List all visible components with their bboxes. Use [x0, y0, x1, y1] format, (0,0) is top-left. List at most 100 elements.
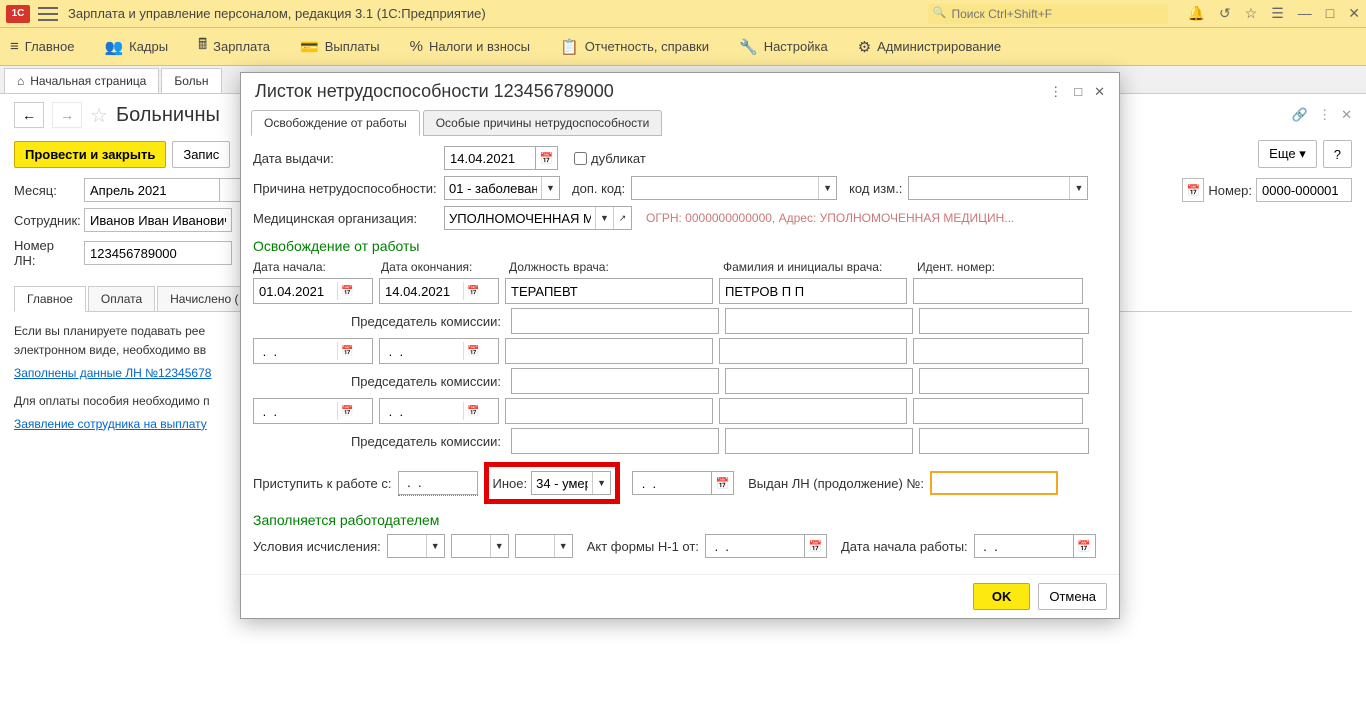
calc-select-3[interactable]: [516, 535, 554, 557]
month-prev-icon[interactable]: [220, 178, 242, 202]
cancel-button[interactable]: Отмена: [1038, 583, 1107, 610]
cont-number-input[interactable]: [930, 471, 1058, 495]
menu-salary[interactable]: 🖩Зарплата: [198, 34, 270, 59]
chevron-down-icon[interactable]: ▼: [554, 535, 572, 557]
calendar-icon[interactable]: 📅: [463, 402, 483, 420]
calendar-icon[interactable]: 📅: [337, 402, 357, 420]
calendar-icon[interactable]: 📅: [1074, 534, 1096, 558]
sectab-accrued[interactable]: Начислено (: [157, 286, 251, 311]
menu-main[interactable]: ≡Главное: [10, 38, 74, 55]
mtab-release[interactable]: Освобождение от работы: [251, 110, 420, 136]
close-icon[interactable]: ✕: [1348, 5, 1360, 22]
end-date-3[interactable]: [385, 402, 463, 420]
menu-reports[interactable]: 📋Отчетность, справки: [560, 38, 709, 56]
position-2[interactable]: [505, 338, 713, 364]
start-date-2[interactable]: [259, 342, 337, 360]
chevron-down-icon[interactable]: ▼: [1069, 177, 1087, 199]
sectab-main[interactable]: Главное: [14, 286, 86, 312]
ident-1[interactable]: [913, 278, 1083, 304]
start-date-1[interactable]: [259, 282, 337, 300]
menu-payments[interactable]: 💳Выплаты: [300, 38, 380, 56]
reason-select[interactable]: [445, 177, 541, 199]
end-date-2[interactable]: [385, 342, 463, 360]
ident-3[interactable]: [913, 398, 1083, 424]
end-date-1[interactable]: [385, 282, 463, 300]
ident-2[interactable]: [913, 338, 1083, 364]
submit-close-button[interactable]: Провести и закрыть: [14, 141, 166, 168]
main-menu-icon[interactable]: [38, 5, 58, 23]
calc-select-1[interactable]: [388, 535, 426, 557]
sectab-payment[interactable]: Оплата: [88, 286, 155, 311]
calendar-icon[interactable]: 📅: [337, 342, 357, 360]
chgcode-select[interactable]: [909, 177, 1069, 199]
calendar-icon[interactable]: 📅: [463, 282, 483, 300]
issue-date-input[interactable]: [444, 146, 536, 170]
chair-name-2[interactable]: [725, 368, 913, 394]
tab-sick-leave[interactable]: Больн: [161, 68, 221, 93]
dialog-close-icon[interactable]: ✕: [1094, 84, 1105, 100]
menu-taxes[interactable]: %Налоги и взносы: [410, 38, 530, 55]
minimize-icon[interactable]: —: [1298, 5, 1312, 22]
addcode-select[interactable]: [632, 177, 818, 199]
forward-button[interactable]: →: [52, 102, 82, 128]
chair-pos-2[interactable]: [511, 368, 719, 394]
chair-ident-1[interactable]: [919, 308, 1089, 334]
month-input[interactable]: [84, 178, 220, 202]
calendar-icon[interactable]: 📅: [805, 534, 827, 558]
more-button[interactable]: Еще ▾: [1258, 140, 1317, 168]
star-icon[interactable]: ☆: [1245, 5, 1258, 22]
bell-icon[interactable]: 🔔: [1188, 5, 1205, 22]
maximize-icon[interactable]: □: [1326, 5, 1334, 22]
help-button[interactable]: ?: [1323, 140, 1352, 168]
menu-admin[interactable]: ⚙Администрирование: [858, 38, 1001, 56]
filter-icon[interactable]: ☰: [1271, 5, 1284, 22]
duplicate-checkbox[interactable]: [574, 152, 587, 165]
doctor-2[interactable]: [719, 338, 907, 364]
mtab-reasons[interactable]: Особые причины нетрудоспособности: [423, 110, 663, 136]
doctor-3[interactable]: [719, 398, 907, 424]
other-select[interactable]: [532, 472, 592, 494]
back-button[interactable]: ←: [14, 102, 44, 128]
calendar-icon[interactable]: 📅: [337, 282, 357, 300]
dialog-more-icon[interactable]: ⋮: [1049, 84, 1062, 100]
more-icon[interactable]: ⋮: [1318, 107, 1331, 123]
chair-name-1[interactable]: [725, 308, 913, 334]
return-date-input[interactable]: [398, 471, 478, 495]
calendar-icon[interactable]: 📅: [536, 146, 558, 170]
chair-pos-1[interactable]: [511, 308, 719, 334]
ok-button[interactable]: OK: [973, 583, 1031, 610]
chair-name-3[interactable]: [725, 428, 913, 454]
chevron-down-icon[interactable]: ▼: [426, 535, 444, 557]
employee-input[interactable]: [84, 208, 232, 232]
medorg-select[interactable]: [445, 207, 595, 229]
tab-start-page[interactable]: ⌂Начальная страница: [4, 68, 159, 93]
workstart-date-input[interactable]: [974, 534, 1074, 558]
doctor-1[interactable]: [719, 278, 907, 304]
calendar-icon[interactable]: 📅: [712, 471, 734, 495]
menu-kadry[interactable]: 👥Кадры: [104, 38, 168, 56]
start-date-3[interactable]: [259, 402, 337, 420]
ln-input[interactable]: [84, 241, 232, 265]
open-icon[interactable]: ↗: [613, 207, 631, 229]
chevron-down-icon[interactable]: ▼: [592, 472, 610, 494]
position-1[interactable]: [505, 278, 713, 304]
calendar-icon[interactable]: 📅: [463, 342, 483, 360]
chevron-down-icon[interactable]: ▼: [541, 177, 559, 199]
chevron-down-icon[interactable]: ▼: [595, 207, 613, 229]
favorite-icon[interactable]: ☆: [90, 103, 108, 128]
position-3[interactable]: [505, 398, 713, 424]
other-date-input[interactable]: [632, 471, 712, 495]
history-icon[interactable]: ↺: [1219, 5, 1231, 22]
chevron-down-icon[interactable]: ▼: [818, 177, 836, 199]
date-icon[interactable]: 📅: [1182, 178, 1204, 202]
global-search-input[interactable]: [928, 4, 1168, 24]
menu-settings[interactable]: 🔧Настройка: [739, 38, 828, 56]
number-input[interactable]: [1256, 178, 1352, 202]
calc-select-2[interactable]: [452, 535, 490, 557]
act-date-input[interactable]: [705, 534, 805, 558]
link-icon[interactable]: 🔗: [1292, 107, 1308, 123]
chair-ident-2[interactable]: [919, 368, 1089, 394]
dialog-maximize-icon[interactable]: □: [1074, 84, 1082, 100]
close-page-icon[interactable]: ✕: [1341, 107, 1352, 123]
write-button[interactable]: Запис: [172, 141, 230, 168]
